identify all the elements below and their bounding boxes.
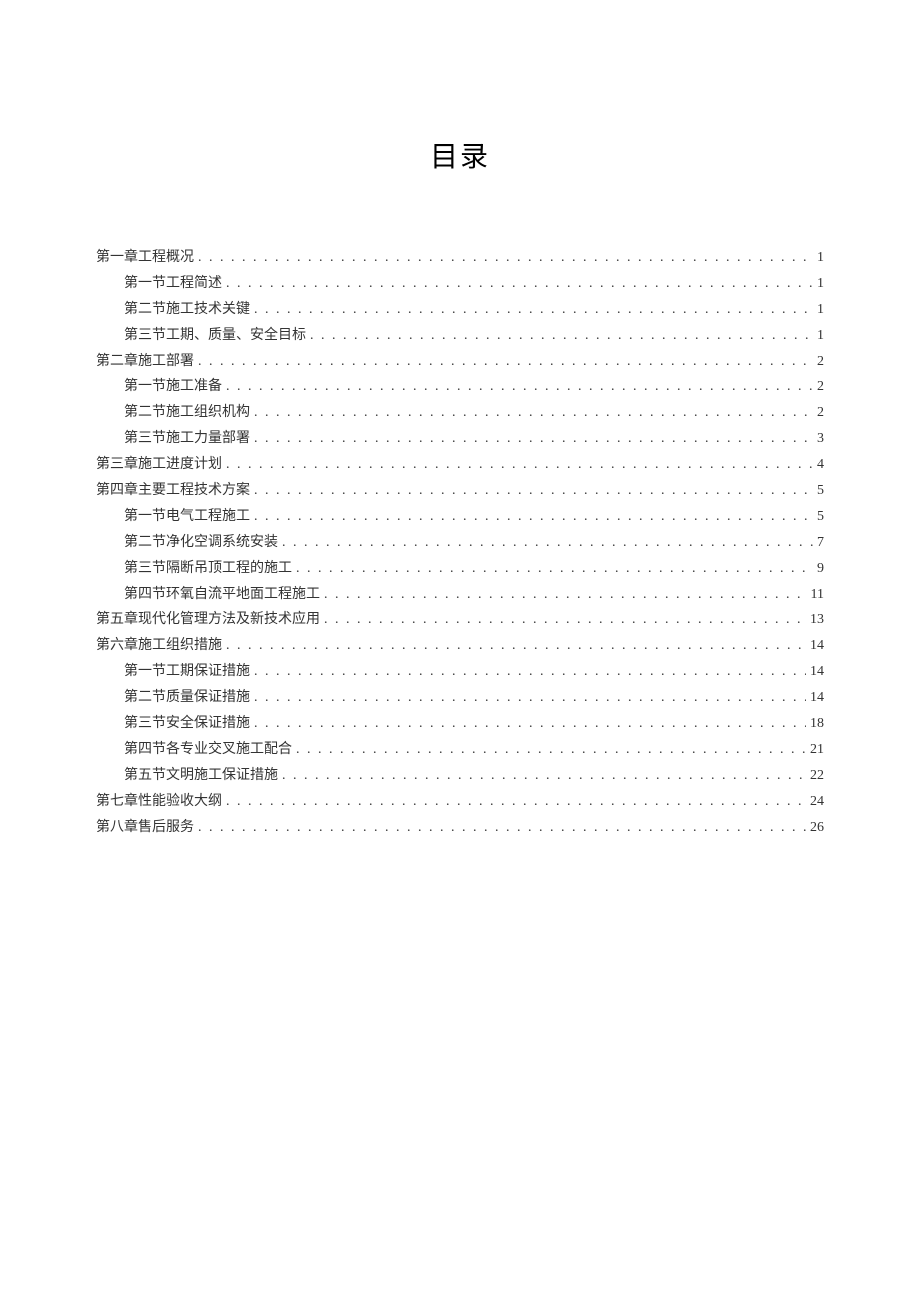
toc-entry-page: 11 bbox=[807, 582, 824, 608]
toc-entry: 第二章施工部署 2 bbox=[96, 349, 824, 375]
toc-leader-dots bbox=[254, 685, 806, 711]
toc-entry: 第二节质量保证措施 14 bbox=[96, 685, 824, 711]
table-of-contents: 第一章工程概况 1 第一节工程简述 1 第二节施工技术关键 1 第三节工期、质量、安全目标 1… bbox=[96, 245, 824, 840]
toc-leader-dots bbox=[226, 374, 813, 400]
toc-entry-label: 第四节环氧自流平地面工程施工 bbox=[124, 582, 324, 608]
toc-entry: 第三章施工进度计划 4 bbox=[96, 452, 824, 478]
toc-entry-page: 1 bbox=[813, 323, 824, 349]
toc-entry: 第二节施工组织机构 2 bbox=[96, 400, 824, 426]
toc-entry-label: 第二节质量保证措施 bbox=[124, 685, 254, 711]
toc-leader-dots bbox=[254, 426, 813, 452]
toc-leader-dots bbox=[254, 400, 813, 426]
toc-leader-dots bbox=[310, 323, 813, 349]
toc-entry: 第五节文明施工保证措施 22 bbox=[96, 763, 824, 789]
toc-entry-page: 1 bbox=[813, 271, 824, 297]
toc-leader-dots bbox=[254, 478, 813, 504]
toc-entry-label: 第一章工程概况 bbox=[96, 245, 198, 271]
toc-entry: 第三节施工力量部署 3 bbox=[96, 426, 824, 452]
toc-entry-label: 第三节施工力量部署 bbox=[124, 426, 254, 452]
toc-leader-dots bbox=[282, 763, 806, 789]
toc-entry-page: 2 bbox=[813, 400, 824, 426]
toc-leader-dots bbox=[198, 245, 813, 271]
toc-leader-dots bbox=[226, 789, 806, 815]
toc-entry: 第二节净化空调系统安装 7 bbox=[96, 530, 824, 556]
toc-entry: 第二节施工技术关键 1 bbox=[96, 297, 824, 323]
toc-entry: 第三节隔断吊顶工程的施工 9 bbox=[96, 556, 824, 582]
toc-entry-label: 第四章主要工程技术方案 bbox=[96, 478, 254, 504]
toc-entry: 第四章主要工程技术方案 5 bbox=[96, 478, 824, 504]
toc-entry-label: 第一节施工准备 bbox=[124, 374, 226, 400]
toc-entry-label: 第七章性能验收大纲 bbox=[96, 789, 226, 815]
toc-entry: 第一节工期保证措施 14 bbox=[96, 659, 824, 685]
toc-entry-page: 1 bbox=[813, 245, 824, 271]
toc-entry-page: 24 bbox=[806, 789, 824, 815]
toc-entry-label: 第五节文明施工保证措施 bbox=[124, 763, 282, 789]
toc-leader-dots bbox=[324, 582, 807, 608]
toc-entry-label: 第三章施工进度计划 bbox=[96, 452, 226, 478]
toc-leader-dots bbox=[254, 659, 806, 685]
toc-entry: 第六章施工组织措施 14 bbox=[96, 633, 824, 659]
toc-entry: 第三节安全保证措施 18 bbox=[96, 711, 824, 737]
toc-leader-dots bbox=[226, 452, 813, 478]
toc-entry-label: 第二节施工组织机构 bbox=[124, 400, 254, 426]
toc-entry-page: 7 bbox=[813, 530, 824, 556]
toc-entry-label: 第二节净化空调系统安装 bbox=[124, 530, 282, 556]
toc-entry-label: 第一节工程简述 bbox=[124, 271, 226, 297]
toc-entry-page: 1 bbox=[813, 297, 824, 323]
toc-entry: 第五章现代化管理方法及新技术应用 13 bbox=[96, 607, 824, 633]
toc-leader-dots bbox=[254, 504, 813, 530]
toc-leader-dots bbox=[296, 556, 813, 582]
toc-entry-label: 第六章施工组织措施 bbox=[96, 633, 226, 659]
toc-entry-page: 13 bbox=[806, 607, 824, 633]
toc-entry: 第四节环氧自流平地面工程施工 11 bbox=[96, 582, 824, 608]
toc-entry-page: 26 bbox=[806, 815, 824, 841]
toc-entry-label: 第三节工期、质量、安全目标 bbox=[124, 323, 310, 349]
toc-entry-page: 4 bbox=[813, 452, 824, 478]
toc-entry-page: 2 bbox=[813, 349, 824, 375]
toc-entry-label: 第四节各专业交叉施工配合 bbox=[124, 737, 296, 763]
toc-leader-dots bbox=[254, 297, 813, 323]
toc-entry-label: 第二章施工部署 bbox=[96, 349, 198, 375]
toc-entry: 第一节施工准备 2 bbox=[96, 374, 824, 400]
toc-leader-dots bbox=[198, 349, 813, 375]
toc-entry: 第三节工期、质量、安全目标 1 bbox=[96, 323, 824, 349]
toc-entry-page: 18 bbox=[806, 711, 824, 737]
toc-entry-label: 第五章现代化管理方法及新技术应用 bbox=[96, 607, 324, 633]
toc-leader-dots bbox=[226, 633, 806, 659]
toc-entry-label: 第三节隔断吊顶工程的施工 bbox=[124, 556, 296, 582]
toc-leader-dots bbox=[254, 711, 806, 737]
toc-entry: 第一节工程简述 1 bbox=[96, 271, 824, 297]
toc-leader-dots bbox=[296, 737, 806, 763]
toc-leader-dots bbox=[282, 530, 813, 556]
toc-entry: 第一章工程概况 1 bbox=[96, 245, 824, 271]
toc-entry-page: 3 bbox=[813, 426, 824, 452]
toc-entry: 第一节电气工程施工 5 bbox=[96, 504, 824, 530]
toc-entry-label: 第二节施工技术关键 bbox=[124, 297, 254, 323]
toc-entry-page: 14 bbox=[806, 659, 824, 685]
toc-entry-label: 第一节电气工程施工 bbox=[124, 504, 254, 530]
toc-entry-page: 9 bbox=[813, 556, 824, 582]
toc-entry-label: 第三节安全保证措施 bbox=[124, 711, 254, 737]
toc-entry-page: 14 bbox=[806, 633, 824, 659]
toc-entry-page: 14 bbox=[806, 685, 824, 711]
toc-leader-dots bbox=[324, 607, 806, 633]
toc-entry-page: 5 bbox=[813, 478, 824, 504]
toc-entry-label: 第八章售后服务 bbox=[96, 815, 198, 841]
toc-entry-page: 2 bbox=[813, 374, 824, 400]
toc-entry: 第四节各专业交叉施工配合 21 bbox=[96, 737, 824, 763]
toc-entry-page: 5 bbox=[813, 504, 824, 530]
toc-leader-dots bbox=[226, 271, 813, 297]
toc-leader-dots bbox=[198, 815, 806, 841]
toc-entry-label: 第一节工期保证措施 bbox=[124, 659, 254, 685]
toc-entry-page: 21 bbox=[806, 737, 824, 763]
toc-entry: 第七章性能验收大纲 24 bbox=[96, 789, 824, 815]
page-title: 目录 bbox=[96, 135, 824, 175]
toc-entry-page: 22 bbox=[806, 763, 824, 789]
toc-entry: 第八章售后服务 26 bbox=[96, 815, 824, 841]
